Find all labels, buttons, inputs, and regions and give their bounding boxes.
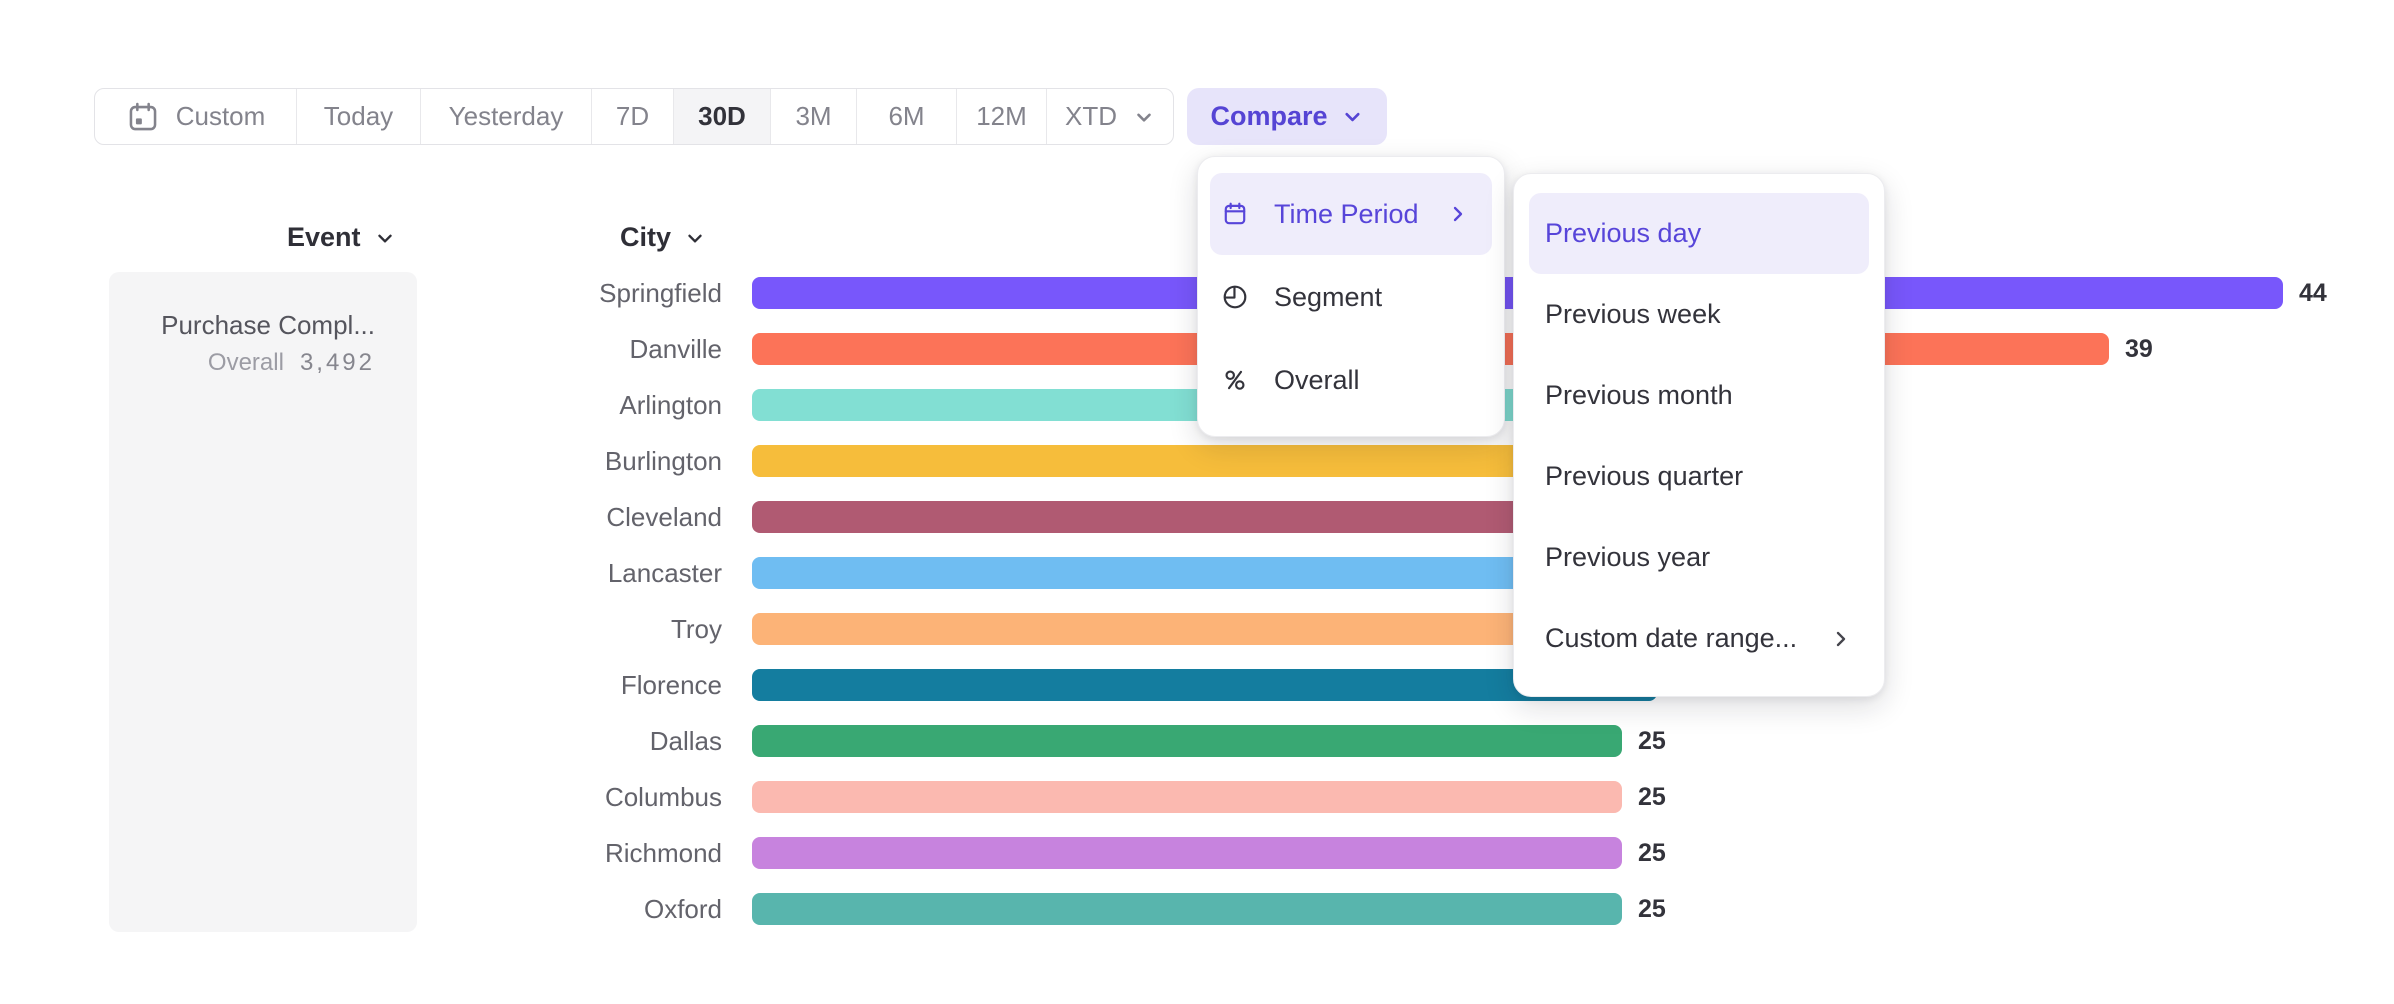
date-range-xtd-button[interactable]: XTD <box>1046 89 1173 144</box>
category-label: Danville <box>380 333 722 365</box>
date-range-yesterday-button[interactable]: Yesterday <box>420 89 591 144</box>
menu-item-segment[interactable]: Segment <box>1210 256 1492 338</box>
menu-item-label: Segment <box>1274 282 1382 313</box>
date-range-7d-button[interactable]: 7D <box>591 89 673 144</box>
value-label: 44 <box>2299 277 2327 309</box>
menu-item-overall[interactable]: Overall <box>1210 339 1492 421</box>
menu-item-label: Overall <box>1274 365 1360 396</box>
city-header-label: City <box>620 222 671 253</box>
submenu-item-custom-date-range[interactable]: Custom date range... <box>1529 598 1869 679</box>
button-label: Yesterday <box>449 101 564 132</box>
bar-richmond[interactable] <box>752 837 1622 869</box>
chevron-down-icon <box>1133 106 1155 128</box>
button-label: XTD <box>1065 101 1117 132</box>
menu-item-label: Previous day <box>1545 218 1701 249</box>
category-label: Lancaster <box>380 557 722 589</box>
overall-label: Overall <box>208 349 284 377</box>
chevron-down-icon <box>1341 105 1364 128</box>
menu-item-label: Previous year <box>1545 542 1710 573</box>
calendar-icon <box>126 100 160 134</box>
button-label: Today <box>324 101 393 132</box>
date-range-6m-button[interactable]: 6M <box>856 89 956 144</box>
date-range-12m-button[interactable]: 12M <box>956 89 1046 144</box>
category-label: Arlington <box>380 389 722 421</box>
bar-oxford[interactable] <box>752 893 1622 925</box>
menu-item-time-period[interactable]: Time Period <box>1210 173 1492 255</box>
event-overall-row: Overall 3,492 <box>208 349 375 377</box>
compare-dropdown-menu: Time Period Segment Overall <box>1197 156 1505 437</box>
chevron-down-icon <box>684 227 706 249</box>
category-label: Oxford <box>380 893 722 925</box>
city-column-header[interactable]: City <box>620 222 706 253</box>
percent-icon <box>1222 367 1248 393</box>
value-label: 25 <box>1638 725 1666 757</box>
value-label: 39 <box>2125 333 2153 365</box>
bar-dallas[interactable] <box>752 725 1622 757</box>
date-range-3m-button[interactable]: 3M <box>770 89 856 144</box>
bar-columbus[interactable] <box>752 781 1622 813</box>
button-label: 6M <box>888 101 924 132</box>
button-label: 12M <box>976 101 1027 132</box>
category-label: Cleveland <box>380 501 722 533</box>
button-label: 7D <box>616 101 649 132</box>
date-range-toolbar: Custom Today Yesterday 7D 30D 3M 6M 12M … <box>94 88 1174 145</box>
value-label: 25 <box>1638 837 1666 869</box>
category-label: Columbus <box>380 781 722 813</box>
menu-item-label: Previous quarter <box>1545 461 1743 492</box>
value-label: 25 <box>1638 893 1666 925</box>
menu-item-label: Previous week <box>1545 299 1721 330</box>
category-label: Springfield <box>380 277 722 309</box>
category-label: Richmond <box>380 837 722 869</box>
calendar-icon <box>1222 201 1248 227</box>
compare-label: Compare <box>1210 101 1327 132</box>
button-label: 30D <box>698 101 746 132</box>
event-card-purchase-completed[interactable]: Purchase Compl... Overall 3,492 <box>109 272 417 932</box>
value-label: 25 <box>1638 781 1666 813</box>
submenu-item-previous-month[interactable]: Previous month <box>1529 355 1869 436</box>
chevron-right-icon <box>1448 204 1468 224</box>
overall-value: 3,492 <box>300 349 375 377</box>
chevron-right-icon <box>1831 629 1851 649</box>
category-label: Troy <box>380 613 722 645</box>
submenu-item-previous-year[interactable]: Previous year <box>1529 517 1869 598</box>
date-range-custom-button[interactable]: Custom <box>95 89 296 144</box>
button-label: 3M <box>795 101 831 132</box>
event-name: Purchase Compl... <box>161 310 375 341</box>
category-label: Dallas <box>380 725 722 757</box>
time-period-submenu: Previous day Previous week Previous mont… <box>1513 173 1885 697</box>
event-column-header[interactable]: Event <box>287 222 396 253</box>
menu-item-label: Time Period <box>1274 199 1419 230</box>
menu-item-label: Previous month <box>1545 380 1733 411</box>
submenu-item-previous-week[interactable]: Previous week <box>1529 274 1869 355</box>
category-label: Burlington <box>380 445 722 477</box>
chevron-down-icon <box>374 227 396 249</box>
compare-button[interactable]: Compare <box>1187 88 1387 145</box>
date-range-30d-button[interactable]: 30D <box>673 89 770 144</box>
segment-icon <box>1222 284 1248 310</box>
date-range-today-button[interactable]: Today <box>296 89 420 144</box>
event-header-label: Event <box>287 222 361 253</box>
menu-item-label: Custom date range... <box>1545 623 1797 654</box>
submenu-item-previous-quarter[interactable]: Previous quarter <box>1529 436 1869 517</box>
category-label: Florence <box>380 669 722 701</box>
button-label: Custom <box>176 101 266 132</box>
submenu-item-previous-day[interactable]: Previous day <box>1529 193 1869 274</box>
